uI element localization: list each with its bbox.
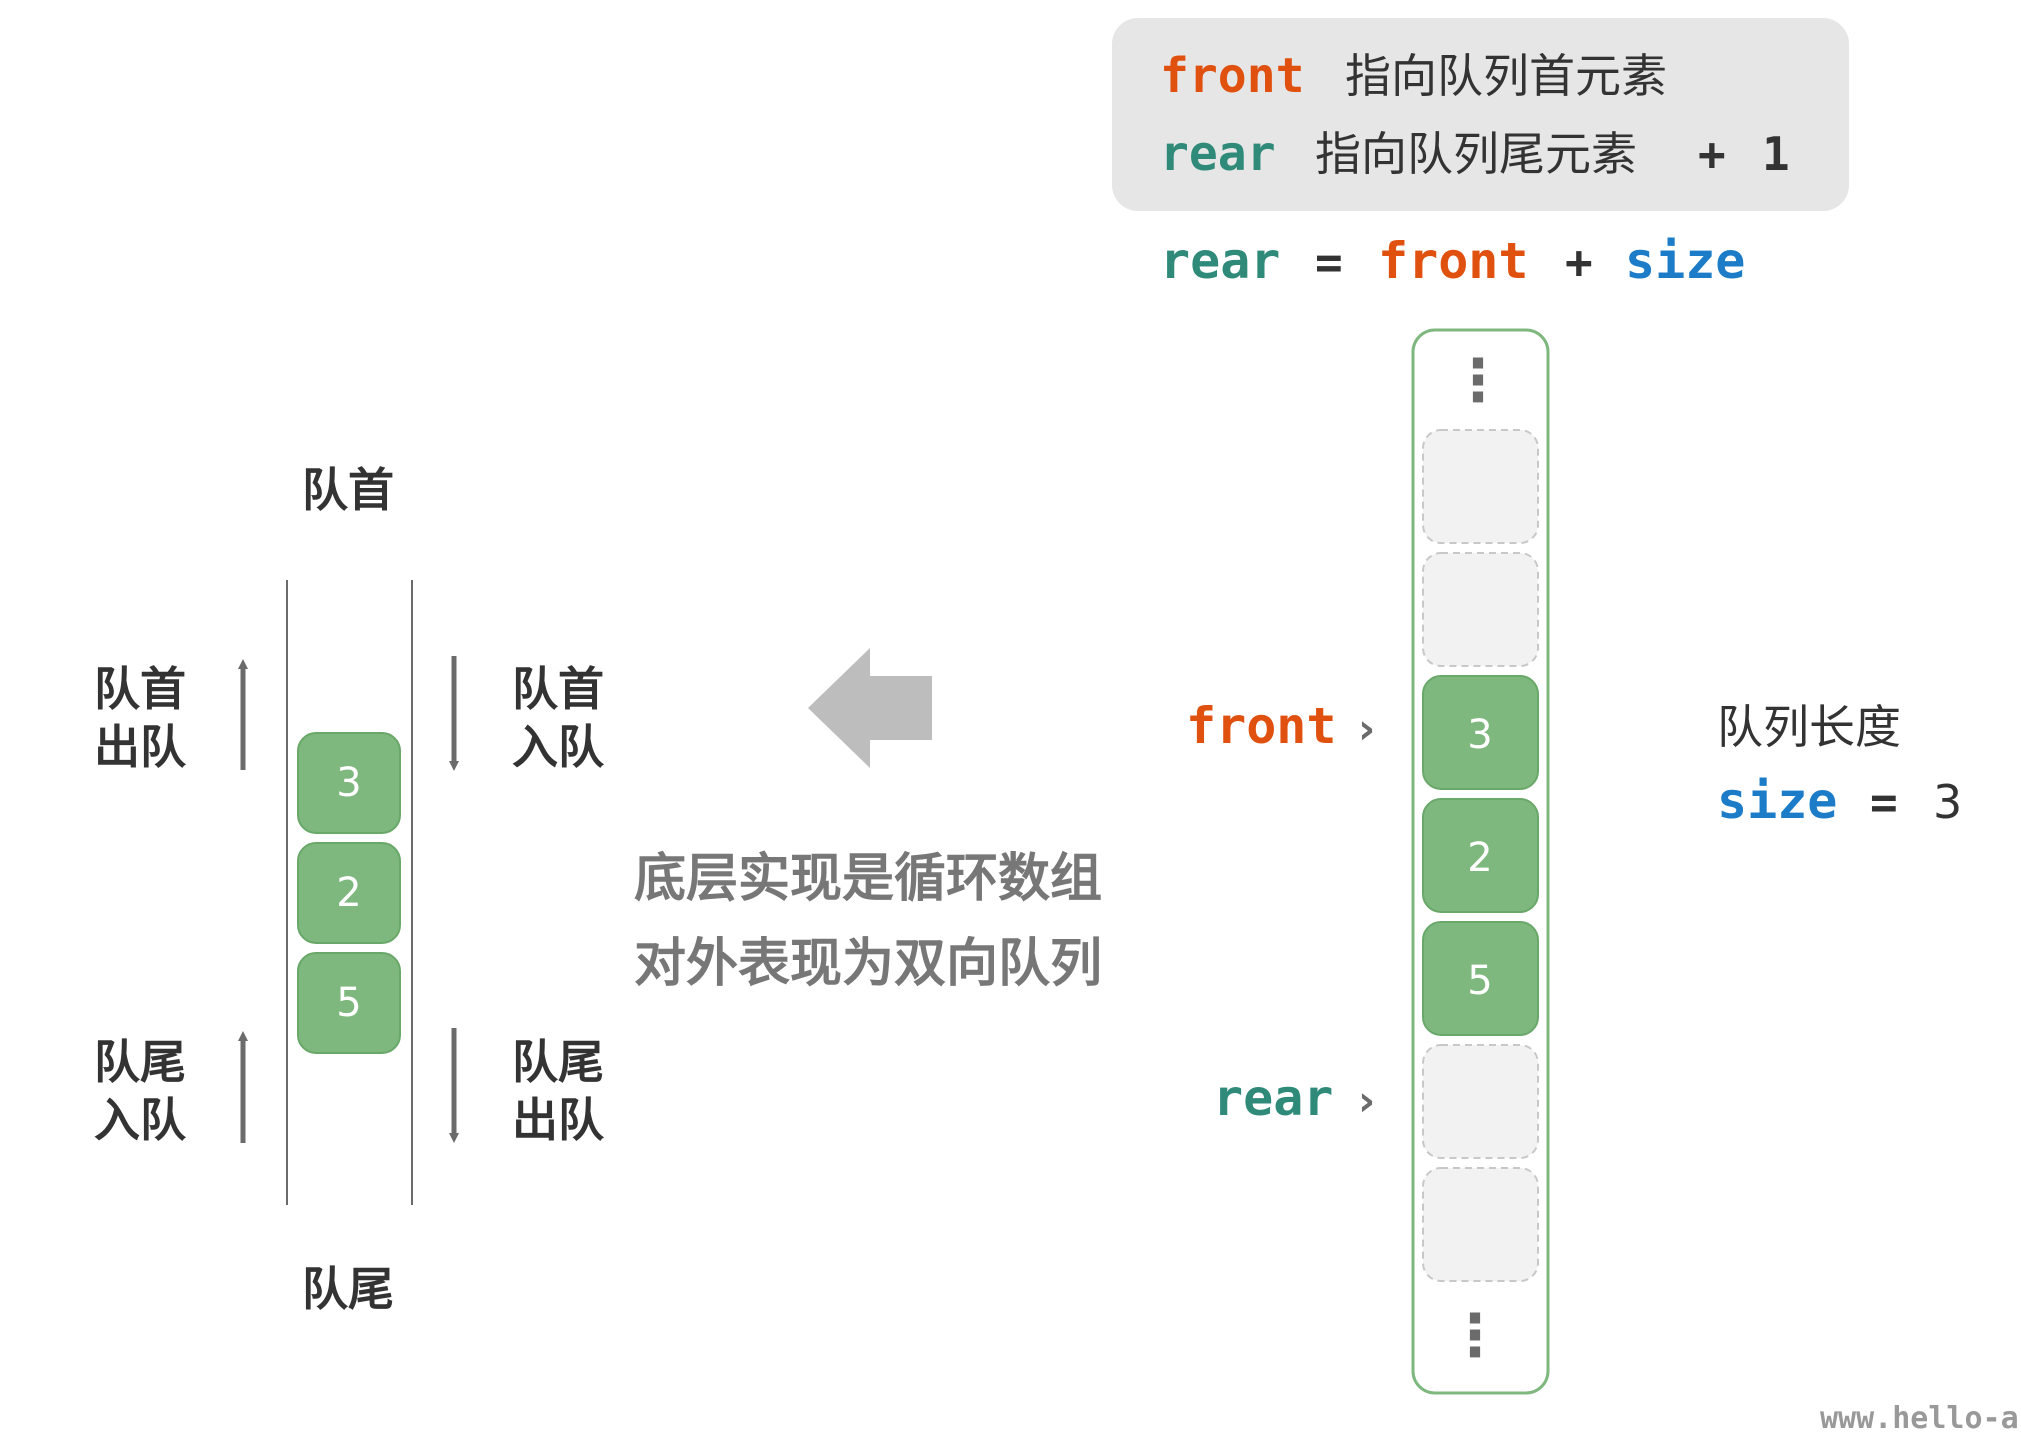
array-cell-6	[1422, 1167, 1539, 1282]
legend-front-keyword: front	[1160, 48, 1305, 104]
op-rear-out-line2: 出队	[512, 1093, 605, 1147]
op-front-out-line2: 出队	[94, 720, 187, 774]
formula: rear = front + size	[1160, 232, 1745, 290]
deque-value-2: 5	[336, 980, 361, 1026]
arrow-left-icon	[808, 648, 932, 768]
array-cell-0	[1422, 429, 1539, 544]
formula-equals: =	[1315, 235, 1343, 289]
legend-background	[1112, 18, 1849, 211]
op-front-in-line1: 队首	[512, 662, 604, 716]
ellipsis-bottom-icon: ⋮	[1446, 1301, 1504, 1369]
array-cell-5	[1422, 1044, 1539, 1159]
legend-rear-text: 指向队列尾元素	[1315, 127, 1637, 181]
explanation-line1: 底层实现是循环数组	[634, 849, 1102, 909]
formula-plus: +	[1565, 235, 1593, 289]
op-front-out-line1: 队首	[94, 662, 186, 716]
legend-front-text: 指向队列首元素	[1345, 49, 1667, 103]
size-equals: =	[1870, 775, 1898, 829]
explanation-line2: 对外表现为双向队列	[634, 934, 1102, 994]
legend-box: front 指向队列首元素 rear 指向队列尾元素 + 1	[1112, 18, 1849, 211]
legend-rear-keyword: rear	[1160, 126, 1276, 182]
diagram-stage: front 指向队列首元素 rear 指向队列尾元素 + 1 rear = fr…	[0, 0, 2021, 1436]
deque-bottom-label: 队尾	[302, 1262, 394, 1316]
formula-rear: rear	[1160, 232, 1280, 290]
deque-value-0: 3	[336, 760, 361, 806]
deque-value-1: 2	[336, 870, 361, 916]
legend-rear-one: 1	[1762, 127, 1790, 181]
watermark: www.hello-a	[1820, 1401, 2019, 1436]
array-column: ⋮ 3 2 5 ⋮	[1411, 328, 1550, 1395]
op-rear-out-line1: 队尾	[512, 1035, 604, 1089]
rear-pointer-icon: ›	[1358, 1076, 1375, 1125]
size-value: 3	[1933, 775, 1962, 829]
formula-front: front	[1378, 232, 1529, 290]
op-rear-in-line2: 入队	[94, 1093, 187, 1147]
deque-view: 队首 3 2 5 队尾 队首 出队 队首 入队 队尾 入队 队尾 出队	[94, 463, 605, 1316]
array-value-4: 5	[1467, 958, 1492, 1004]
rear-pointer-label: rear	[1213, 1069, 1333, 1127]
legend-rear-plus: +	[1698, 127, 1726, 181]
deque-diagram: front 指向队列首元素 rear 指向队列尾元素 + 1 rear = fr…	[94, 18, 2019, 1436]
op-front-in-line2: 入队	[512, 720, 605, 774]
array-value-3: 2	[1467, 835, 1492, 881]
deque-top-label: 队首	[302, 463, 394, 517]
front-pointer-icon: ›	[1358, 704, 1375, 753]
array-cell-1	[1422, 552, 1539, 667]
size-keyword: size	[1717, 772, 1837, 830]
size-title: 队列长度	[1717, 700, 1901, 754]
ellipsis-top-icon: ⋮	[1449, 346, 1507, 414]
op-rear-in-line1: 队尾	[94, 1035, 186, 1089]
formula-size: size	[1625, 232, 1745, 290]
front-pointer-label: front	[1186, 697, 1337, 755]
array-value-2: 3	[1467, 712, 1492, 758]
